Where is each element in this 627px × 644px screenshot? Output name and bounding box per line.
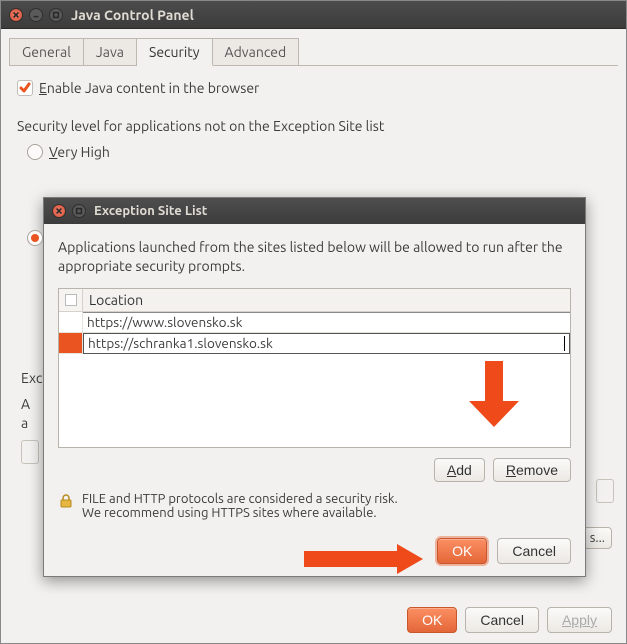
java-control-panel-window: Java Control Panel General Java Security… [0,0,627,644]
dialog-ok-button[interactable]: OK [437,538,487,564]
main-footer-buttons: OK Cancel Apply [407,607,612,633]
row-checkbox[interactable] [59,312,83,333]
radio-very-high[interactable] [27,144,43,160]
security-panel: Enable Java content in the browser Secur… [9,65,618,266]
list-column-location: Location [83,290,570,310]
dialog-cancel-button[interactable]: Cancel [497,538,571,564]
lock-warning-icon [58,493,74,509]
radio-very-high-label: Very High [49,144,110,160]
warning-line1: FILE and HTTP protocols are considered a… [82,492,398,506]
main-apply-button: Apply [547,607,612,633]
tab-bar: General Java Security Advanced [1,29,626,65]
site-url-cell[interactable]: https://www.slovensko.sk [83,312,570,333]
row-checkbox[interactable] [59,333,83,354]
radio-high[interactable] [27,230,43,246]
enable-java-checkbox[interactable] [17,80,33,96]
site-list: Location https://www.slovensko.sk https:… [58,288,571,448]
clipped-button-right [596,479,614,503]
security-level-heading: Security level for applications not on t… [17,118,610,134]
warning-line2: We recommend using HTTPS sites where ava… [82,506,398,520]
clipped-background-text: Exc A a [21,369,42,464]
main-titlebar: Java Control Panel [1,1,626,29]
list-header-checkbox[interactable] [59,289,83,311]
tab-java[interactable]: Java [84,38,137,66]
remove-button[interactable]: Remove [493,458,571,482]
window-close-button[interactable] [9,8,23,22]
window-maximize-button[interactable] [49,8,63,22]
main-cancel-button[interactable]: Cancel [465,607,539,633]
window-minimize-button[interactable] [29,8,43,22]
enable-java-label: Enable Java content in the browser [39,80,259,96]
tab-advanced[interactable]: Advanced [213,38,300,66]
tab-security[interactable]: Security [137,38,213,66]
main-ok-button[interactable]: OK [407,607,457,633]
window-title: Java Control Panel [71,7,194,23]
site-url-cell-editing[interactable]: https://schranka1.slovensko.sk [83,333,570,354]
tab-general[interactable]: General [9,38,84,66]
add-button[interactable]: Add [434,458,485,482]
clipped-edit-sitelist-button[interactable]: s... [583,527,612,549]
